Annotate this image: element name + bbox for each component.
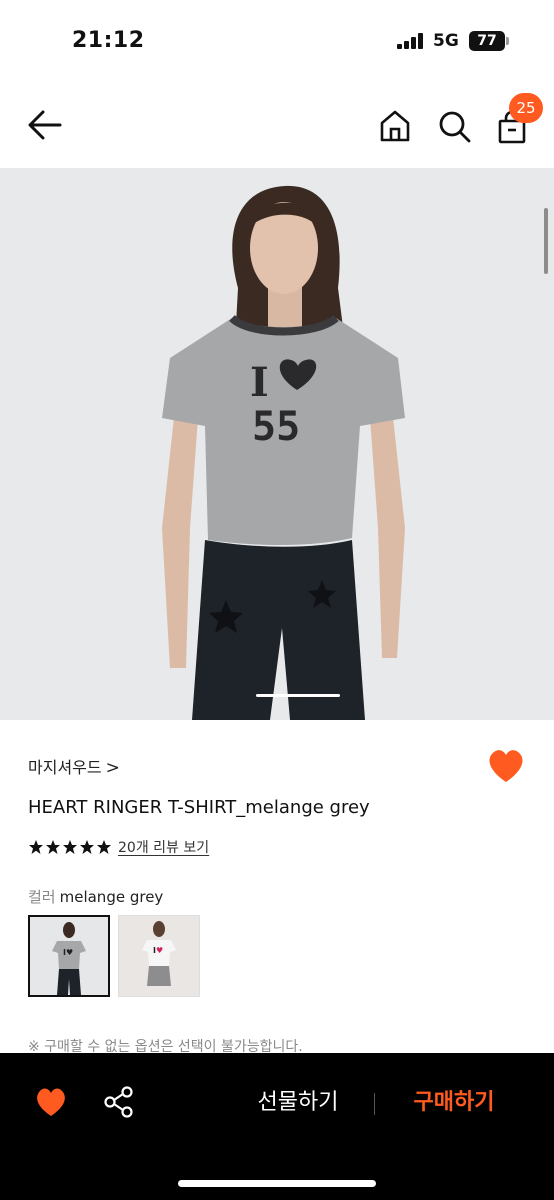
heart-icon[interactable] bbox=[34, 1087, 68, 1117]
home-indicator[interactable] bbox=[178, 1180, 376, 1187]
gift-button[interactable]: 선물하기 bbox=[238, 1081, 358, 1125]
color-value: melange grey bbox=[59, 888, 164, 906]
chevron-right-icon: > bbox=[105, 758, 120, 778]
top-navigation bbox=[0, 90, 554, 166]
star-icon bbox=[97, 840, 111, 854]
bottom-action-bar: 선물하기 구매하기 bbox=[0, 1053, 554, 1200]
star-icon bbox=[46, 840, 60, 854]
color-label: 컬러 bbox=[28, 888, 56, 906]
rating-row: 20개 리뷰 보기 bbox=[28, 836, 209, 858]
color-swatch-white[interactable]: I♥ bbox=[118, 915, 200, 997]
review-link[interactable]: 20개 리뷰 보기 bbox=[118, 837, 209, 857]
share-icon[interactable] bbox=[103, 1085, 135, 1119]
svg-text:I♥: I♥ bbox=[63, 948, 73, 957]
color-row: 컬러 melange grey bbox=[28, 886, 163, 907]
search-icon[interactable] bbox=[436, 108, 472, 144]
status-time: 21:12 bbox=[72, 28, 145, 53]
battery-icon: 77 bbox=[469, 31, 505, 51]
star-icon bbox=[80, 840, 94, 854]
scroll-indicator bbox=[544, 208, 548, 274]
arrow-left-icon[interactable] bbox=[26, 108, 64, 142]
svg-text:I♥: I♥ bbox=[153, 946, 163, 955]
signal-strength-icon bbox=[397, 33, 425, 49]
status-bar: 21:12 5G 77 bbox=[0, 0, 554, 80]
rating-stars bbox=[28, 839, 112, 855]
svg-text:55: 55 bbox=[252, 404, 300, 450]
product-photo: I 55 bbox=[0, 168, 554, 720]
battery-tip bbox=[506, 37, 509, 45]
carousel-indicator bbox=[256, 694, 340, 697]
svg-text:I: I bbox=[250, 359, 269, 406]
star-icon bbox=[29, 840, 43, 854]
star-icon bbox=[63, 840, 77, 854]
cart-count-badge: 25 bbox=[509, 93, 543, 123]
network-type: 5G bbox=[433, 31, 459, 51]
divider bbox=[374, 1093, 375, 1115]
color-swatch-grey[interactable]: I♥ bbox=[28, 915, 110, 997]
brand-link[interactable]: 마지셔우드 > bbox=[28, 754, 120, 778]
heart-icon[interactable] bbox=[486, 748, 526, 784]
buy-button[interactable]: 구매하기 bbox=[392, 1081, 516, 1125]
swatch-grey-thumbnail: I♥ bbox=[30, 917, 108, 995]
product-title: HEART RINGER T-SHIRT_melange grey bbox=[28, 797, 370, 818]
brand-name: 마지셔우드 bbox=[28, 758, 102, 777]
swatch-white-thumbnail: I♥ bbox=[119, 916, 199, 996]
home-icon[interactable] bbox=[377, 108, 413, 144]
product-image-carousel[interactable]: I 55 bbox=[0, 168, 554, 720]
